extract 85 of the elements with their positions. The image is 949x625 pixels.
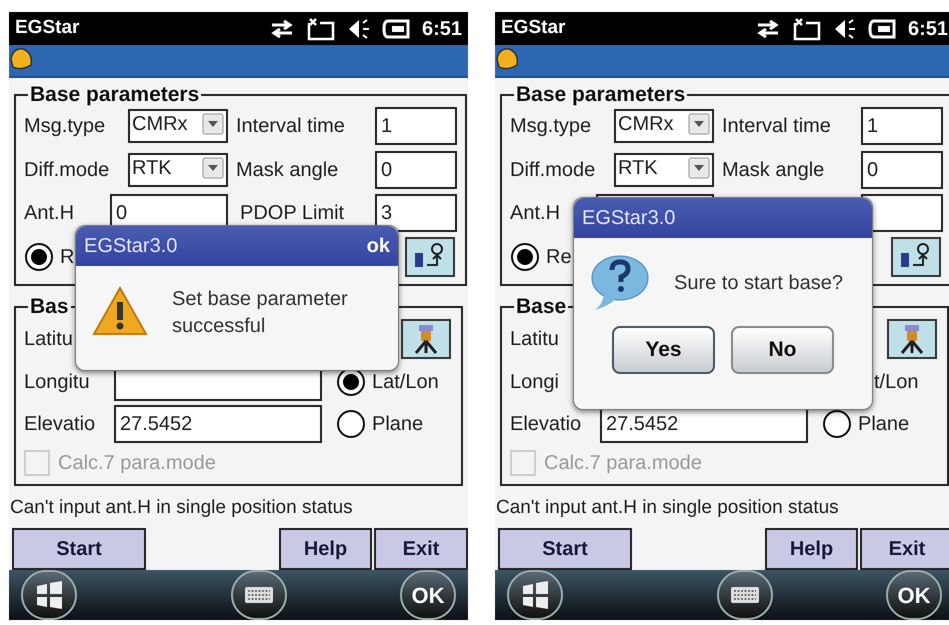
windows-flag-icon <box>34 581 64 609</box>
app-name: EGStar <box>501 16 566 40</box>
field-label: PDOP Limit <box>239 200 346 226</box>
app-name: EGStar <box>15 16 80 40</box>
antenna-link-icon <box>405 236 455 276</box>
ok-link[interactable]: ok <box>366 231 390 261</box>
group-title: Base <box>515 296 568 318</box>
help-button[interactable]: Help <box>279 528 372 570</box>
text-field[interactable]: 1 <box>861 106 943 144</box>
radio-label: t/Lon <box>874 370 918 394</box>
field-label: Ant.H <box>24 200 76 226</box>
dialog-message: Set base parameter successful <box>172 287 349 339</box>
field-label: Msg.type <box>510 114 592 138</box>
battery-icon <box>868 18 898 40</box>
yes-button[interactable]: Yes <box>612 326 715 374</box>
clock-time: 6:51 <box>422 16 462 42</box>
message-icon <box>306 16 336 41</box>
field-label: Mask angle <box>235 158 340 182</box>
ok-button[interactable]: OK <box>400 570 456 620</box>
survey-button[interactable] <box>401 318 451 358</box>
keyboard-icon <box>730 585 760 605</box>
keyboard-button[interactable] <box>716 570 772 620</box>
field-label: Latitu <box>510 326 559 352</box>
dropdown[interactable]: CMRx <box>614 108 714 142</box>
radio-button[interactable] <box>510 242 540 272</box>
dialog-title: EGStar3.0 <box>84 234 178 259</box>
start-button[interactable]: Start <box>498 528 632 570</box>
radio-label: Plane <box>858 412 910 436</box>
text-field[interactable]: 0 <box>861 150 943 188</box>
radio-button[interactable] <box>822 408 852 438</box>
keyboard-button[interactable] <box>230 570 286 620</box>
dropdown[interactable]: CMRx <box>128 108 228 142</box>
link-button[interactable] <box>891 236 941 276</box>
dialog-message: Sure to start base? <box>674 270 843 296</box>
field-label: Interval time <box>235 114 346 138</box>
exit-button[interactable]: Exit <box>374 528 468 570</box>
dropdown[interactable]: RTK <box>614 152 714 186</box>
clock-time: 6:51 <box>908 16 948 42</box>
battery-icon <box>382 18 412 40</box>
field-label: Latitu <box>24 326 73 352</box>
keyboard-icon <box>244 585 274 605</box>
group-title: Base parameters <box>515 84 686 106</box>
dialog-title: EGStar3.0 <box>582 206 676 231</box>
radio-button[interactable] <box>336 408 366 438</box>
checkbox-label: Calc.7 para.mode <box>544 450 702 476</box>
field-label: Interval time <box>721 114 832 138</box>
help-button[interactable]: Help <box>765 528 858 570</box>
status-message: Can't input ant.H in single position status <box>10 496 354 520</box>
text-field[interactable]: 27.5452 <box>114 404 322 442</box>
tripod-receiver-icon <box>887 318 937 358</box>
exit-button[interactable]: Exit <box>860 528 949 570</box>
start-menu-button[interactable] <box>21 570 77 620</box>
field-label: Mask angle <box>721 158 826 182</box>
text-field[interactable]: 1 <box>375 106 457 144</box>
warning-icon <box>92 286 148 336</box>
field-label: Longi <box>510 370 560 394</box>
radio-label: R <box>60 244 74 270</box>
ok-button[interactable]: OK <box>886 570 942 620</box>
field-label: Longitu <box>24 370 91 394</box>
radio-label: Plane <box>372 412 424 436</box>
message-icon <box>792 16 822 41</box>
text-field[interactable]: 3 <box>375 194 457 232</box>
group-title: Bas <box>29 296 70 318</box>
radio-label: Re <box>546 244 572 270</box>
start-button[interactable]: Start <box>12 528 146 570</box>
field-label: Msg.type <box>24 114 106 138</box>
group-title: Base parameters <box>29 84 200 106</box>
status-message: Can't input ant.H in single position status <box>496 496 840 520</box>
checkbox-label: Calc.7 para.mode <box>58 450 216 476</box>
dropdown[interactable]: RTK <box>128 152 228 186</box>
start-menu-button[interactable] <box>507 570 563 620</box>
radio-button[interactable] <box>24 242 54 272</box>
windows-flag-icon <box>520 581 550 609</box>
link-button[interactable] <box>405 236 455 276</box>
field-label: Elevatio <box>24 412 96 436</box>
text-field[interactable]: 0 <box>375 150 457 188</box>
field-label: Diff.mode <box>510 158 596 182</box>
radio-label: Lat/Lon <box>372 370 439 394</box>
tripod-receiver-icon <box>401 318 451 358</box>
question-bubble-icon <box>590 254 650 312</box>
antenna-link-icon <box>891 236 941 276</box>
field-label: Elevatio <box>510 412 582 436</box>
no-button[interactable]: No <box>731 326 834 374</box>
field-label: Diff.mode <box>24 158 110 182</box>
survey-button[interactable] <box>887 318 937 358</box>
